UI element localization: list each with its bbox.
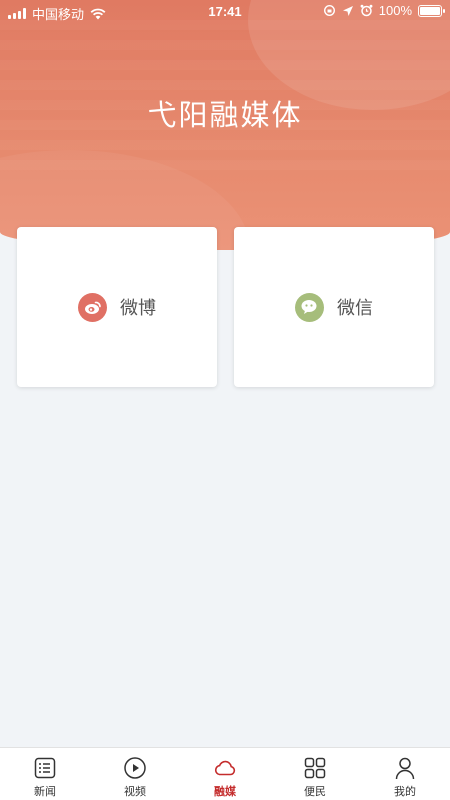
location-icon xyxy=(342,5,353,16)
tab-label: 视频 xyxy=(124,785,146,798)
weibo-label: 微博 xyxy=(120,298,156,319)
weibo-icon xyxy=(78,292,107,322)
play-icon xyxy=(124,757,146,779)
tab-services[interactable]: 便民 xyxy=(270,748,360,800)
tab-me[interactable]: 我的 xyxy=(360,748,450,800)
user-icon xyxy=(395,757,415,780)
weibo-card[interactable]: 微博 xyxy=(17,227,217,387)
alarm-icon xyxy=(360,4,373,17)
wechat-label: 微信 xyxy=(337,298,373,319)
grid-icon xyxy=(304,757,326,779)
page-title: 弋阳融媒体 xyxy=(147,98,303,132)
cloud-icon xyxy=(214,760,236,776)
tab-label: 我的 xyxy=(394,785,416,798)
news-list-icon xyxy=(34,757,56,779)
status-bar: 中国移动 17:41 100% xyxy=(0,0,450,24)
bottom-tab-bar: 新闻 视频 融媒 便民 我的 xyxy=(0,747,450,800)
tab-label: 融媒 xyxy=(214,785,236,798)
battery-percent: 100% xyxy=(378,3,412,18)
rotation-lock-icon xyxy=(323,4,335,17)
tab-video[interactable]: 视频 xyxy=(90,748,180,800)
tab-media[interactable]: 融媒 xyxy=(180,748,270,800)
wechat-icon xyxy=(295,292,324,322)
battery-icon xyxy=(418,4,445,17)
tab-label: 新闻 xyxy=(34,785,56,798)
tab-label: 便民 xyxy=(304,785,326,798)
wechat-card[interactable]: 微信 xyxy=(234,227,434,387)
tab-news[interactable]: 新闻 xyxy=(0,748,90,800)
